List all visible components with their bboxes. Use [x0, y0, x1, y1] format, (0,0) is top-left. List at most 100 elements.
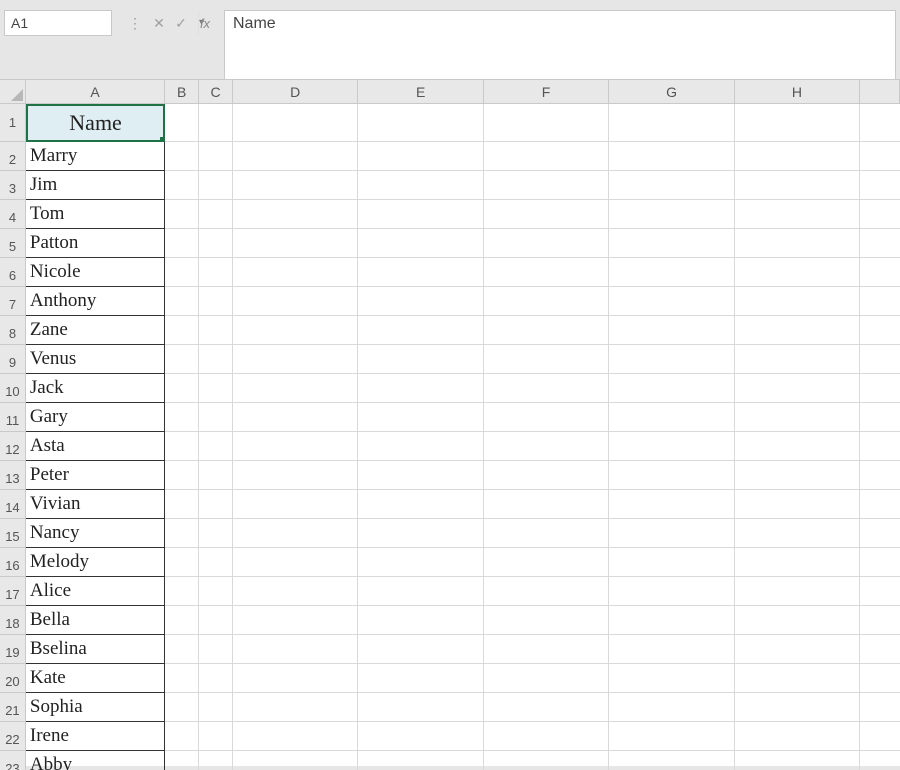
cell-G8[interactable] [609, 316, 734, 345]
cell-D3[interactable] [233, 171, 358, 200]
cell-E16[interactable] [358, 548, 483, 577]
cell-B14[interactable] [165, 490, 199, 519]
cell-C3[interactable] [199, 171, 233, 200]
cell-I6[interactable] [860, 258, 900, 287]
cell-D19[interactable] [233, 635, 358, 664]
cell-F5[interactable] [484, 229, 609, 258]
cell-G5[interactable] [609, 229, 734, 258]
enter-formula-button[interactable]: ✓ [170, 12, 192, 34]
row-header[interactable]: 22 [0, 722, 26, 751]
cell-I9[interactable] [860, 345, 900, 374]
cell-E9[interactable] [358, 345, 483, 374]
cell-F14[interactable] [484, 490, 609, 519]
cell-I13[interactable] [860, 461, 900, 490]
cell-D20[interactable] [233, 664, 358, 693]
cell-E11[interactable] [358, 403, 483, 432]
cell-A10[interactable]: Jack [26, 374, 165, 403]
cell-E15[interactable] [358, 519, 483, 548]
cell-I21[interactable] [860, 693, 900, 722]
cell-E18[interactable] [358, 606, 483, 635]
cell-C1[interactable] [199, 104, 233, 142]
column-header-F[interactable]: F [484, 80, 609, 104]
cell-B3[interactable] [165, 171, 199, 200]
column-header-E[interactable]: E [358, 80, 483, 104]
cell-F19[interactable] [484, 635, 609, 664]
cell-D14[interactable] [233, 490, 358, 519]
cell-H23[interactable] [735, 751, 860, 770]
cell-E17[interactable] [358, 577, 483, 606]
cell-A15[interactable]: Nancy [26, 519, 165, 548]
row-header[interactable]: 6 [0, 258, 26, 287]
cell-G22[interactable] [609, 722, 734, 751]
cell-B22[interactable] [165, 722, 199, 751]
cell-C15[interactable] [199, 519, 233, 548]
cell-E13[interactable] [358, 461, 483, 490]
cell-H6[interactable] [735, 258, 860, 287]
insert-function-button[interactable]: fx [192, 12, 214, 34]
cell-B18[interactable] [165, 606, 199, 635]
cell-C20[interactable] [199, 664, 233, 693]
cell-H9[interactable] [735, 345, 860, 374]
cell-B4[interactable] [165, 200, 199, 229]
cell-D2[interactable] [233, 142, 358, 171]
cell-E22[interactable] [358, 722, 483, 751]
cell-D4[interactable] [233, 200, 358, 229]
row-header[interactable]: 15 [0, 519, 26, 548]
cell-E7[interactable] [358, 287, 483, 316]
cell-F1[interactable] [484, 104, 609, 142]
cell-A6[interactable]: Nicole [26, 258, 165, 287]
cell-G23[interactable] [609, 751, 734, 770]
cell-A12[interactable]: Asta [26, 432, 165, 461]
cell-I16[interactable] [860, 548, 900, 577]
cell-D8[interactable] [233, 316, 358, 345]
cell-I11[interactable] [860, 403, 900, 432]
cell-F16[interactable] [484, 548, 609, 577]
cell-C16[interactable] [199, 548, 233, 577]
cell-D11[interactable] [233, 403, 358, 432]
cell-H20[interactable] [735, 664, 860, 693]
cell-I19[interactable] [860, 635, 900, 664]
select-all-corner[interactable] [0, 80, 26, 104]
row-header[interactable]: 5 [0, 229, 26, 258]
cell-F15[interactable] [484, 519, 609, 548]
cell-H2[interactable] [735, 142, 860, 171]
column-header-G[interactable]: G [609, 80, 734, 104]
cell-B16[interactable] [165, 548, 199, 577]
cell-C23[interactable] [199, 751, 233, 770]
cell-D9[interactable] [233, 345, 358, 374]
cell-G21[interactable] [609, 693, 734, 722]
cell-A14[interactable]: Vivian [26, 490, 165, 519]
cell-C9[interactable] [199, 345, 233, 374]
cell-F9[interactable] [484, 345, 609, 374]
cell-G9[interactable] [609, 345, 734, 374]
cell-H4[interactable] [735, 200, 860, 229]
cell-I1[interactable] [860, 104, 900, 142]
cell-I12[interactable] [860, 432, 900, 461]
cell-D21[interactable] [233, 693, 358, 722]
cell-D18[interactable] [233, 606, 358, 635]
cell-E10[interactable] [358, 374, 483, 403]
cell-A19[interactable]: Bselina [26, 635, 165, 664]
cell-I18[interactable] [860, 606, 900, 635]
cell-G16[interactable] [609, 548, 734, 577]
cell-H16[interactable] [735, 548, 860, 577]
row-header[interactable]: 14 [0, 490, 26, 519]
row-header[interactable]: 19 [0, 635, 26, 664]
cell-I14[interactable] [860, 490, 900, 519]
cell-B23[interactable] [165, 751, 199, 770]
row-header[interactable]: 21 [0, 693, 26, 722]
cell-A16[interactable]: Melody [26, 548, 165, 577]
cell-H11[interactable] [735, 403, 860, 432]
cell-B1[interactable] [165, 104, 199, 142]
cell-H7[interactable] [735, 287, 860, 316]
cell-F20[interactable] [484, 664, 609, 693]
cell-I20[interactable] [860, 664, 900, 693]
row-header[interactable]: 13 [0, 461, 26, 490]
cell-G20[interactable] [609, 664, 734, 693]
row-header[interactable]: 12 [0, 432, 26, 461]
column-header-C[interactable]: C [199, 80, 233, 104]
cell-A4[interactable]: Tom [26, 200, 165, 229]
row-header[interactable]: 23 [0, 751, 26, 770]
cell-F23[interactable] [484, 751, 609, 770]
cell-A11[interactable]: Gary [26, 403, 165, 432]
